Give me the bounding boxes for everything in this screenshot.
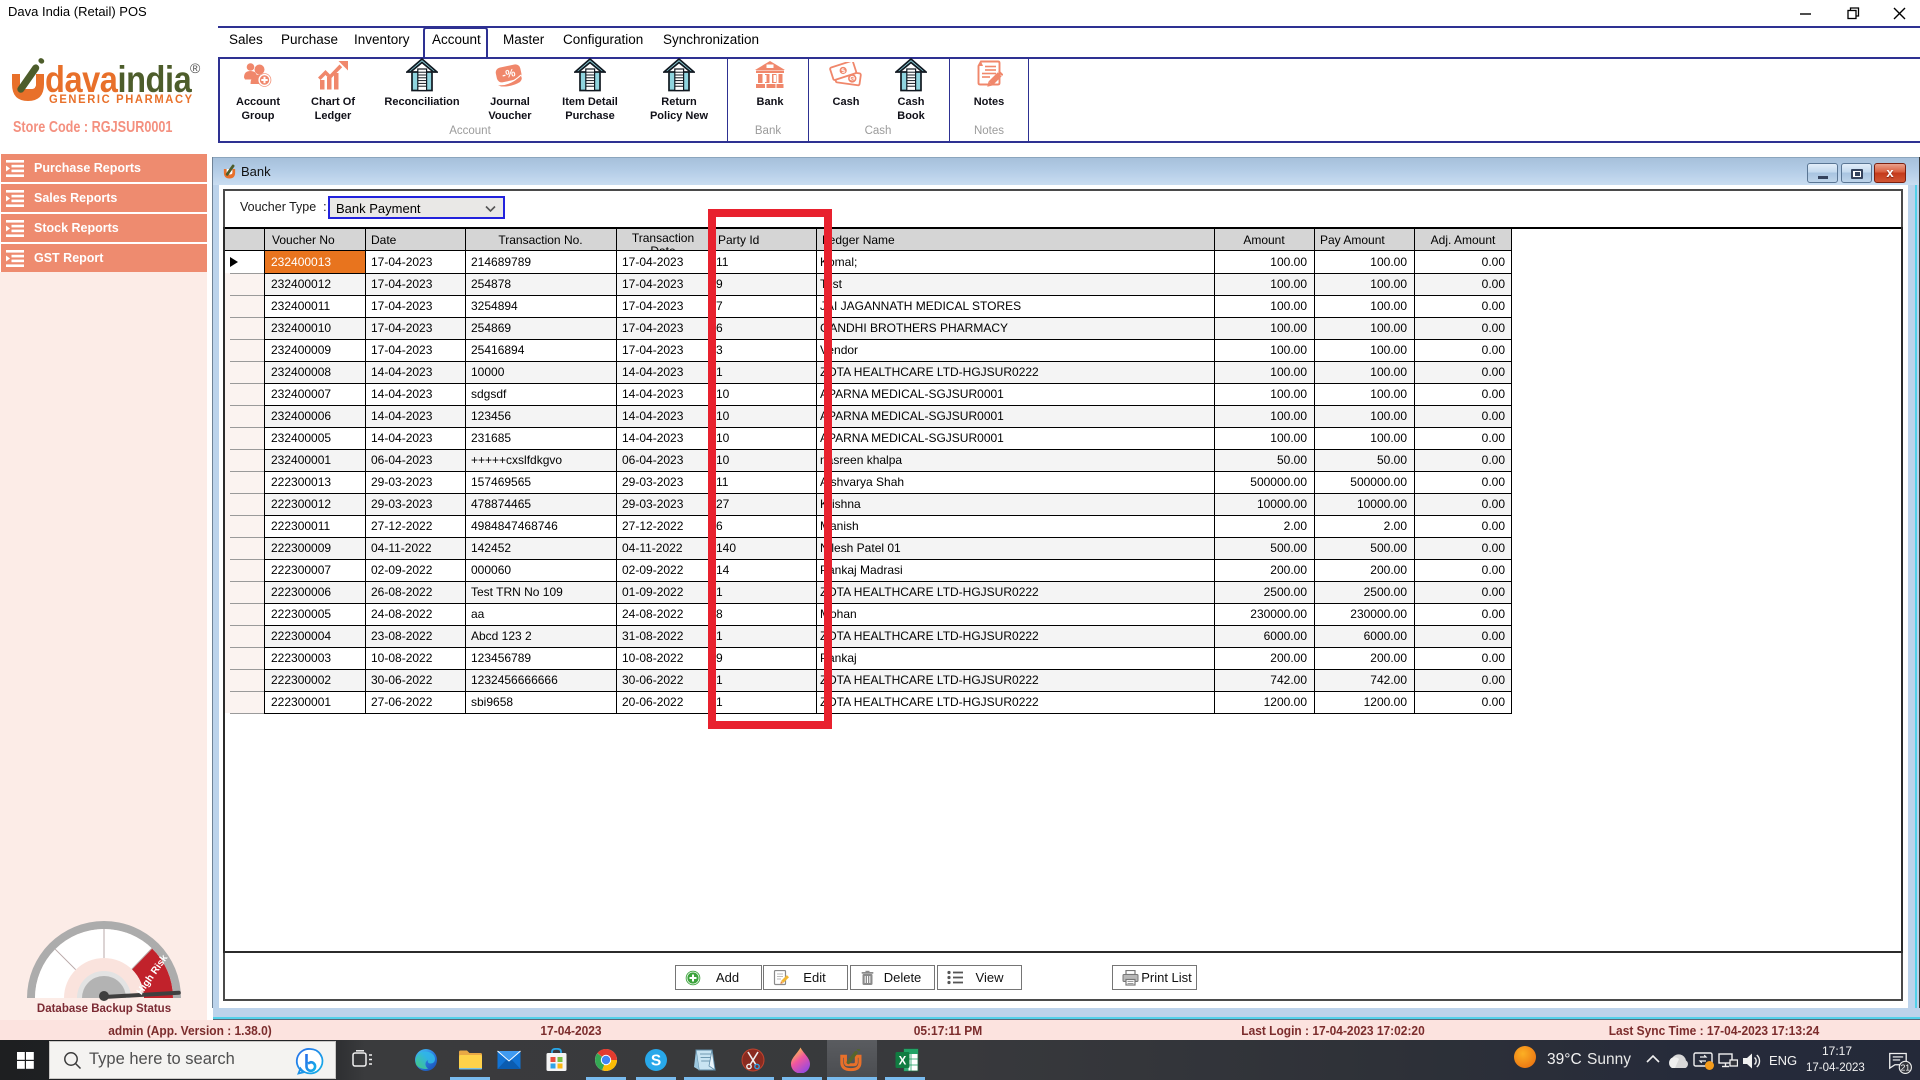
- svg-text:X: X: [899, 1056, 907, 1068]
- svg-text:S: S: [651, 1053, 661, 1070]
- svg-text:21: 21: [1901, 1063, 1911, 1072]
